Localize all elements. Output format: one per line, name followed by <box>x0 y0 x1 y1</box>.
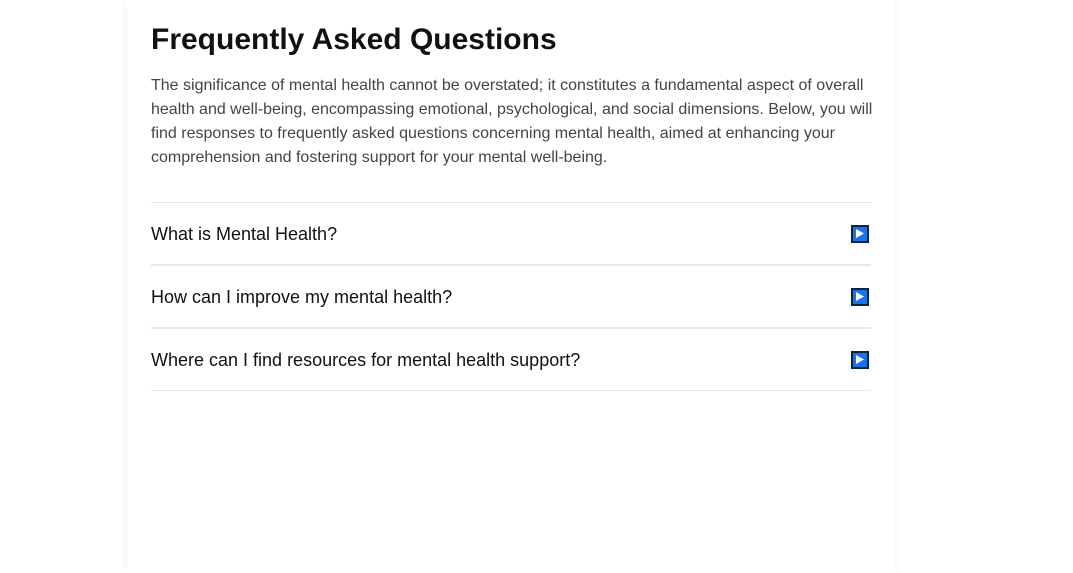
intro-paragraph: The significance of mental health cannot… <box>151 77 873 166</box>
faq-question: What is Mental Health? <box>151 223 338 244</box>
faq-question: How can I improve my mental health? <box>151 286 453 307</box>
play-triangle-icon[interactable] <box>851 287 869 306</box>
faq-item-find-resources[interactable]: Where can I find resources for mental he… <box>151 329 871 391</box>
faq-item-improve-mental-health[interactable]: How can I improve my mental health? <box>151 266 871 329</box>
play-triangle-icon[interactable] <box>851 350 869 369</box>
play-triangle-icon[interactable] <box>851 224 869 243</box>
faq-question: Where can I find resources for mental he… <box>151 349 581 370</box>
faq-card: Frequently Asked Questions The significa… <box>127 0 895 573</box>
faq-list: What is Mental Health? How can I improve… <box>151 202 871 391</box>
page-title: Frequently Asked Questions <box>151 23 557 56</box>
faq-item-what-is-mental-health[interactable]: What is Mental Health? <box>151 203 871 266</box>
